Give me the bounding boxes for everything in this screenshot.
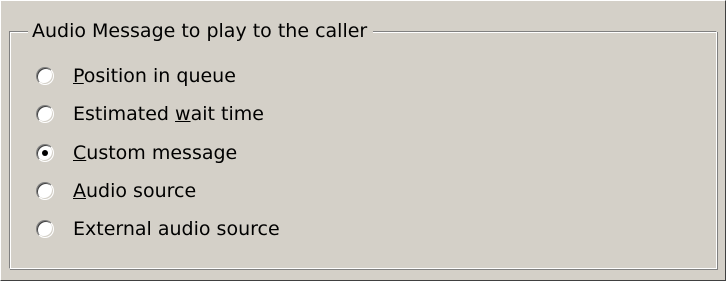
radio-option-label: Position in queue bbox=[73, 65, 236, 87]
radio-option-custom-message[interactable]: Custom message bbox=[36, 139, 237, 167]
radio-button[interactable] bbox=[36, 220, 54, 238]
radio-button[interactable] bbox=[36, 144, 54, 162]
radio-option-estimated-wait-time[interactable]: Estimated wait time bbox=[36, 100, 264, 128]
radio-option-audio-source[interactable]: Audio source bbox=[36, 177, 196, 205]
radio-option-external-audio-source[interactable]: External audio source bbox=[36, 215, 280, 243]
radio-option-label: Audio source bbox=[73, 180, 197, 202]
groupbox-title: Audio Message to play to the caller bbox=[28, 19, 374, 43]
radio-button[interactable] bbox=[36, 105, 54, 123]
radio-dot bbox=[42, 150, 48, 156]
radio-option-label: Custom message bbox=[73, 142, 238, 164]
radio-button[interactable] bbox=[36, 67, 54, 85]
radio-option-label: External audio source bbox=[73, 218, 280, 240]
radio-option-position-in-queue[interactable]: Position in queue bbox=[36, 62, 236, 90]
radio-option-label: Estimated wait time bbox=[73, 103, 264, 125]
radio-button[interactable] bbox=[36, 182, 54, 200]
